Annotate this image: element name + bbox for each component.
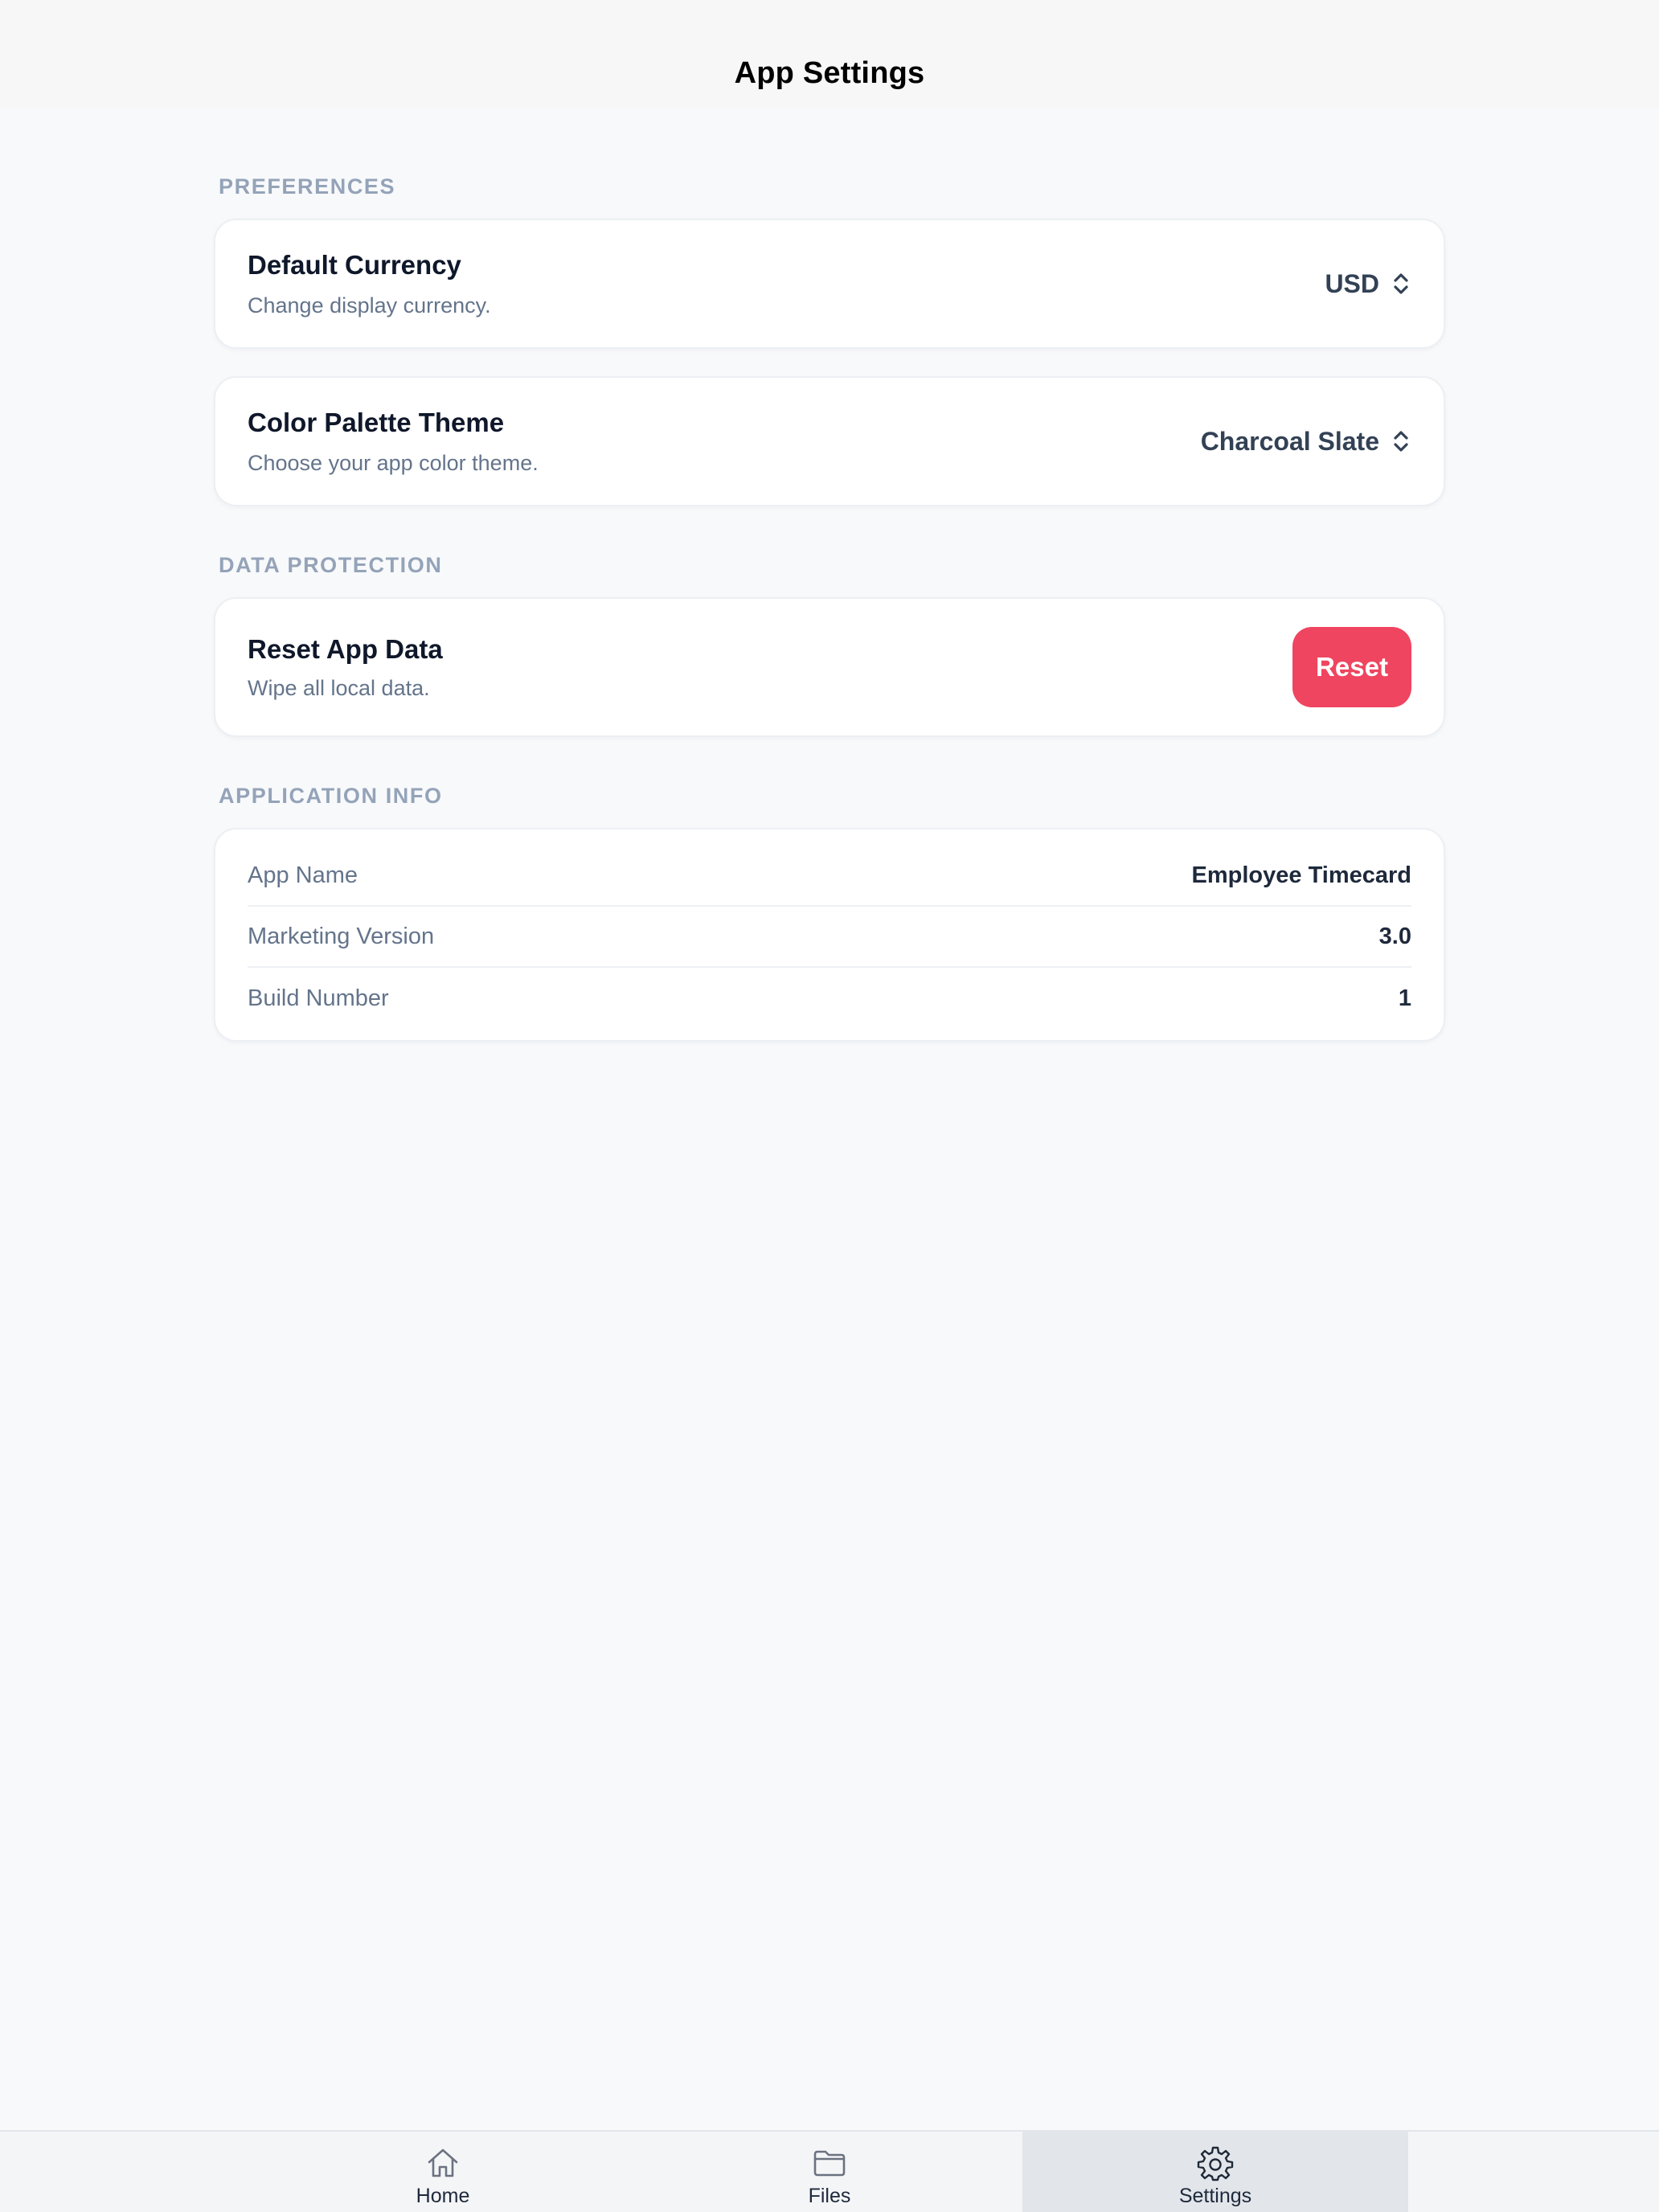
info-value: 3.0 <box>1378 923 1411 949</box>
reset-app-data-title: Reset App Data <box>248 633 443 664</box>
info-label: App Name <box>248 862 358 888</box>
currency-picker-value: USD <box>1325 268 1379 298</box>
info-value: Employee Timecard <box>1191 862 1411 888</box>
page-title: App Settings <box>734 56 925 90</box>
color-theme-text: Color Palette Theme Choose your app colo… <box>248 408 539 476</box>
application-info-card: App Name Employee Timecard Marketing Ver… <box>214 828 1445 1042</box>
default-currency-title: Default Currency <box>248 249 461 280</box>
house-icon <box>428 2149 458 2177</box>
section-header-data-protection: DATA PROTECTION <box>219 553 443 577</box>
settings-screen: App Settings PREFERENCES Default Currenc… <box>0 0 1659 2212</box>
info-row-marketing-version: Marketing Version 3.0 <box>248 907 1411 968</box>
tab-home-label: Home <box>416 2185 470 2207</box>
section-header-preferences: PREFERENCES <box>219 174 396 199</box>
color-theme-row[interactable]: Color Palette Theme Choose your app colo… <box>214 376 1445 506</box>
folder-icon <box>813 2150 846 2177</box>
color-theme-title: Color Palette Theme <box>248 407 505 437</box>
currency-picker[interactable]: USD <box>1325 269 1411 299</box>
tab-settings-label: Settings <box>1178 2185 1252 2207</box>
info-row-app-name: App Name Employee Timecard <box>248 846 1411 907</box>
info-label: Build Number <box>248 985 389 1011</box>
tab-files-label: Files <box>808 2185 851 2207</box>
tab-files[interactable]: Files <box>637 2132 1022 2212</box>
chevron-up-down-icon <box>1394 273 1408 294</box>
info-value: 1 <box>1398 985 1411 1011</box>
reset-app-data-text: Reset App Data Wipe all local data. <box>248 634 443 701</box>
info-label: Marketing Version <box>248 923 435 949</box>
reset-app-data-subtitle: Wipe all local data. <box>248 675 430 700</box>
default-currency-text: Default Currency Change display currency… <box>248 250 491 318</box>
color-theme-subtitle: Choose your app color theme. <box>248 450 539 475</box>
navigation-bar: App Settings <box>0 0 1659 109</box>
default-currency-row[interactable]: Default Currency Change display currency… <box>214 219 1445 349</box>
theme-picker[interactable]: Charcoal Slate <box>1201 427 1411 457</box>
chevron-up-down-icon <box>1394 431 1408 452</box>
settings-content: PREFERENCES Default Currency Change disp… <box>214 109 1445 1042</box>
gear-icon <box>1197 2146 1234 2181</box>
section-header-application-info: APPLICATION INFO <box>219 784 443 808</box>
tab-settings[interactable]: Settings <box>1022 2132 1408 2212</box>
reset-button[interactable]: Reset <box>1292 627 1411 707</box>
info-row-build-number: Build Number 1 <box>248 968 1411 1029</box>
theme-picker-value: Charcoal Slate <box>1200 426 1379 456</box>
reset-app-data-row: Reset App Data Wipe all local data. Rese… <box>214 597 1445 737</box>
tab-home[interactable]: Home <box>250 2132 636 2212</box>
default-currency-subtitle: Change display currency. <box>248 293 491 317</box>
tab-bar: Home Files Settings <box>0 2130 1659 2212</box>
